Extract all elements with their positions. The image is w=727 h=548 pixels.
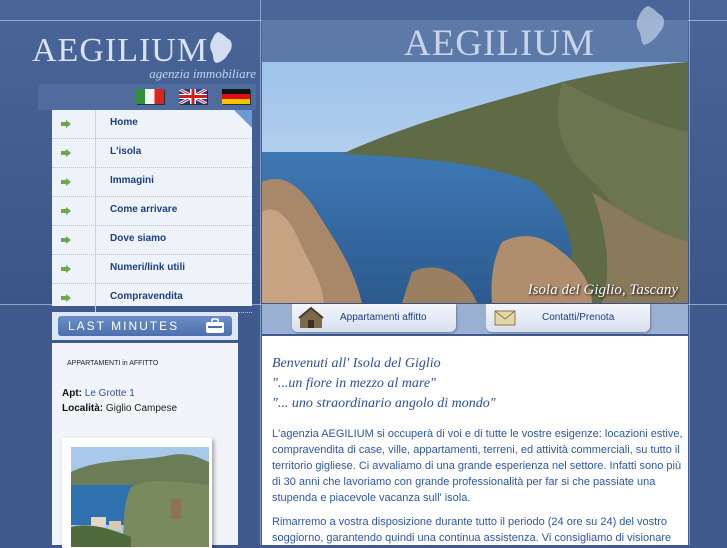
arrow-right-icon: [61, 149, 71, 157]
envelope-icon: [494, 310, 516, 326]
logo-text: AEGILIUM: [32, 32, 209, 69]
offer-photo[interactable]: [62, 438, 212, 548]
nav-item-label: Home: [110, 117, 138, 128]
arrow-right-icon: [61, 236, 71, 244]
site-logo[interactable]: AEGILIUM agenzia immobiliare: [30, 30, 258, 86]
nav-item-immagini[interactable]: Immagini: [52, 168, 252, 197]
house-icon: [298, 306, 324, 328]
hero-photo: Isola del Giglio, Tascany: [262, 62, 688, 303]
nav-item-isola[interactable]: L'isola: [52, 139, 252, 168]
main-nav: Home L'isola Immagini Come arrivare Dove…: [52, 110, 252, 313]
nav-item-label: Immagini: [110, 175, 154, 186]
divider: [95, 197, 96, 225]
nav-item-label: Numeri/link utili: [110, 262, 186, 273]
divider: [95, 284, 96, 312]
apartment-link[interactable]: Le Grotte 1: [85, 388, 135, 399]
last-minutes-title: LAST MINUTES: [68, 319, 180, 333]
heading-line: Benvenuti all' Isola del Giglio: [272, 356, 441, 371]
arrow-right-icon: [61, 207, 71, 215]
location-value: Giglio Campese: [105, 403, 178, 414]
bay-image: [71, 447, 209, 547]
last-minutes-box: APPARTAMENTI in AFFITTO Apt: Le Grotte 1…: [52, 343, 238, 548]
arrow-right-icon: [61, 120, 71, 128]
italian-flag-icon[interactable]: [136, 89, 164, 104]
apartment-line: Apt: Le Grotte 1: [62, 388, 135, 399]
contacts-tab[interactable]: Contatti/Prenota: [486, 304, 650, 332]
photo-caption: Isola del Giglio, Tascany: [527, 282, 678, 298]
offer-type: APPARTAMENTI in AFFITTO: [67, 360, 159, 367]
header-banner: AEGILIUM: [262, 20, 688, 64]
uk-flag-icon[interactable]: [179, 89, 207, 104]
language-bar: [38, 84, 256, 110]
nav-item-numeri[interactable]: Numeri/link utili: [52, 255, 252, 284]
nav-item-dove-siamo[interactable]: Dove siamo: [52, 226, 252, 255]
divider: [260, 0, 261, 545]
main-content: Benvenuti all' Isola del Giglio "...un f…: [262, 336, 688, 545]
divider: [95, 168, 96, 196]
heading-line: "...un fiore in mezzo al mare": [272, 376, 436, 391]
intro-paragraph: L'agenzia AEGILIUM si occuperà di voi e …: [272, 428, 683, 504]
island-map-icon: [636, 6, 665, 45]
island-logo-icon: [210, 32, 232, 63]
suitcase-icon: [206, 318, 224, 333]
divider: [95, 226, 96, 254]
last-minutes-button[interactable]: LAST MINUTES: [58, 316, 232, 336]
german-flag-icon[interactable]: [222, 89, 250, 104]
nav-item-label: Compravendita: [110, 291, 183, 302]
arrow-right-icon: [61, 294, 71, 302]
arrow-right-icon: [61, 178, 71, 186]
assistance-paragraph: Rimarremo a vostra disposizione durante …: [272, 516, 672, 544]
location-label: Località:: [62, 403, 104, 414]
contacts-tab-label: Contatti/Prenota: [542, 312, 615, 323]
quick-links-bar: Appartamenti affitto Contatti/Prenota: [262, 304, 688, 334]
banner-title: AEGILIUM: [404, 23, 595, 64]
coastline-image: [262, 62, 688, 303]
arrow-right-icon: [61, 265, 71, 273]
nav-item-label: Dove siamo: [110, 233, 167, 244]
apartment-label: Apt:: [62, 388, 82, 399]
divider: [95, 110, 96, 138]
divider: [95, 255, 96, 283]
divider: [95, 139, 96, 167]
nav-item-label: L'isola: [110, 146, 142, 157]
nav-item-home[interactable]: Home: [52, 110, 252, 139]
logo-tagline: agenzia immobiliare: [149, 66, 256, 81]
welcome-heading: Benvenuti all' Isola del Giglio "...un f…: [272, 354, 496, 414]
last-minutes-header: LAST MINUTES: [52, 312, 238, 340]
divider: [689, 0, 690, 545]
nav-item-label: Come arrivare: [110, 204, 178, 215]
apartments-tab[interactable]: Appartamenti affitto: [292, 304, 456, 332]
nav-item-compravendita[interactable]: Compravendita: [52, 284, 252, 313]
heading-line: "... uno straordinario angolo di mondo": [272, 396, 496, 411]
location-line: Località: Giglio Campese: [62, 403, 177, 414]
nav-item-come-arrivare[interactable]: Come arrivare: [52, 197, 252, 226]
apartments-tab-label: Appartamenti affitto: [340, 312, 427, 323]
